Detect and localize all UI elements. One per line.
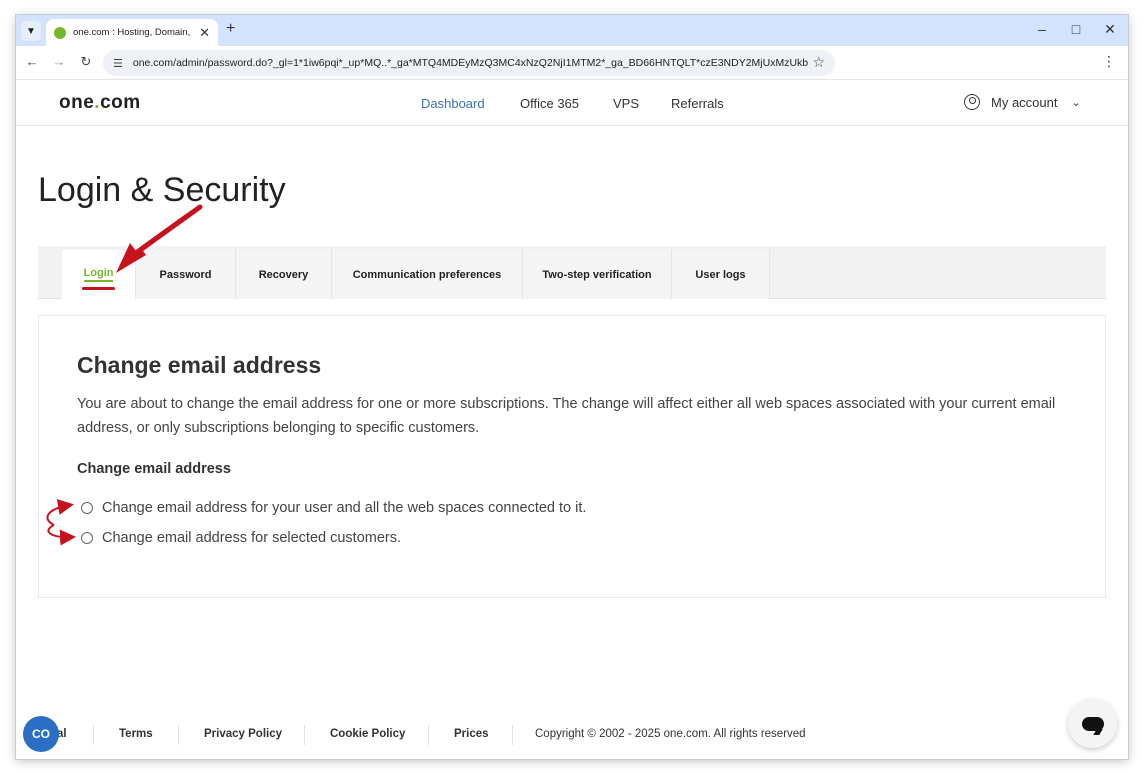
tab-two-step-verification[interactable]: Two-step verification (523, 250, 672, 299)
arrow-left-icon[interactable]: ← (24, 54, 40, 69)
chat-button[interactable] (1068, 699, 1117, 748)
footer-link-prices[interactable]: Prices (454, 728, 489, 740)
nav-referrals[interactable]: Referrals (671, 96, 724, 111)
star-icon[interactable]: ☆ (812, 54, 825, 71)
tab-login[interactable]: Login (62, 250, 136, 299)
my-account-menu[interactable]: My account ⌄ (964, 94, 1081, 110)
my-account-label: My account (991, 94, 1058, 110)
one-com-logo[interactable]: one.com (59, 92, 141, 114)
user-circle-icon (964, 94, 980, 110)
footer-divider (304, 725, 305, 745)
chevron-down-icon: ⌄ (1071, 96, 1081, 109)
kebab-menu-icon[interactable]: ⋮ (1102, 53, 1116, 70)
tab-user-logs[interactable]: User logs (672, 250, 770, 299)
tab-title: one.com : Hosting, Domain, Email (73, 27, 193, 38)
nav-dashboard[interactable]: Dashboard (421, 96, 485, 111)
tab-recovery[interactable]: Recovery (236, 250, 332, 299)
plus-icon[interactable]: + (226, 20, 235, 38)
footer-divider (178, 725, 179, 745)
close-icon[interactable]: ✕ (199, 25, 210, 41)
site-header: one.com Dashboard Office 365 VPS Referra… (16, 80, 1128, 126)
browser-tab-active[interactable]: one.com : Hosting, Domain, Email ✕ (46, 19, 218, 46)
option-all-web-spaces[interactable]: Change email address for your user and a… (81, 500, 586, 516)
minimize-icon[interactable]: – (1032, 21, 1052, 37)
browser-window: ▼ one.com : Hosting, Domain, Email ✕ + –… (16, 15, 1128, 759)
option-label: Change email address for your user and a… (102, 500, 587, 516)
favicon-icon (54, 26, 66, 39)
page-title: Login & Security (38, 171, 286, 209)
card-heading: Change email address (77, 352, 322, 378)
footer-divider (93, 725, 94, 745)
security-tabs: Login Password Recovery Communication pr… (38, 246, 1106, 299)
option-selected-customers[interactable]: Change email address for selected custom… (81, 530, 401, 546)
card-description: You are about to change the email addres… (77, 396, 1056, 436)
radio-all-web-spaces[interactable] (81, 502, 93, 514)
option-label: Change email address for selected custom… (102, 530, 402, 546)
tab-search-button[interactable]: ▼ (21, 21, 41, 41)
nav-office-365[interactable]: Office 365 (520, 96, 579, 111)
footer-link-cookie-policy[interactable]: Cookie Policy (330, 728, 405, 740)
tab-password[interactable]: Password (136, 250, 236, 299)
footer-divider (428, 725, 429, 745)
maximize-icon[interactable]: □ (1066, 21, 1086, 37)
footer-link-terms[interactable]: Terms (119, 728, 153, 740)
arrow-right-icon[interactable]: → (51, 54, 67, 69)
tune-icon[interactable]: ☰ (113, 57, 123, 70)
url-text[interactable]: one.com/admin/password.do?_gl=1*1iw6pqi*… (133, 57, 808, 69)
address-bar[interactable]: ☰ one.com/admin/password.do?_gl=1*1iw6pq… (103, 50, 835, 76)
reload-icon[interactable]: ↻ (78, 54, 94, 70)
radio-selected-customers[interactable] (81, 532, 93, 544)
card-subheading: Change email address (77, 461, 231, 477)
change-email-card: Change email address You are about to ch… (38, 315, 1106, 598)
nav-vps[interactable]: VPS (613, 96, 639, 111)
footer-divider (512, 725, 513, 745)
consent-badge[interactable]: CO (23, 716, 59, 752)
browser-titlebar: ▼ one.com : Hosting, Domain, Email ✕ + –… (16, 15, 1128, 46)
chat-icon (1081, 716, 1104, 731)
browser-toolbar: ← → ↻ ☰ one.com/admin/password.do?_gl=1*… (16, 46, 1128, 80)
copyright-text: Copyright © 2002 - 2025 one.com. All rig… (535, 728, 806, 740)
annotation-underline (82, 287, 115, 290)
footer-link-privacy-policy[interactable]: Privacy Policy (204, 728, 282, 740)
chevron-down-icon: ▼ (26, 25, 36, 37)
tab-communication-preferences[interactable]: Communication preferences (332, 250, 523, 299)
site-footer: al Terms Privacy Policy Cookie Policy Pr… (16, 715, 1128, 755)
close-window-icon[interactable]: ✕ (1100, 21, 1120, 38)
